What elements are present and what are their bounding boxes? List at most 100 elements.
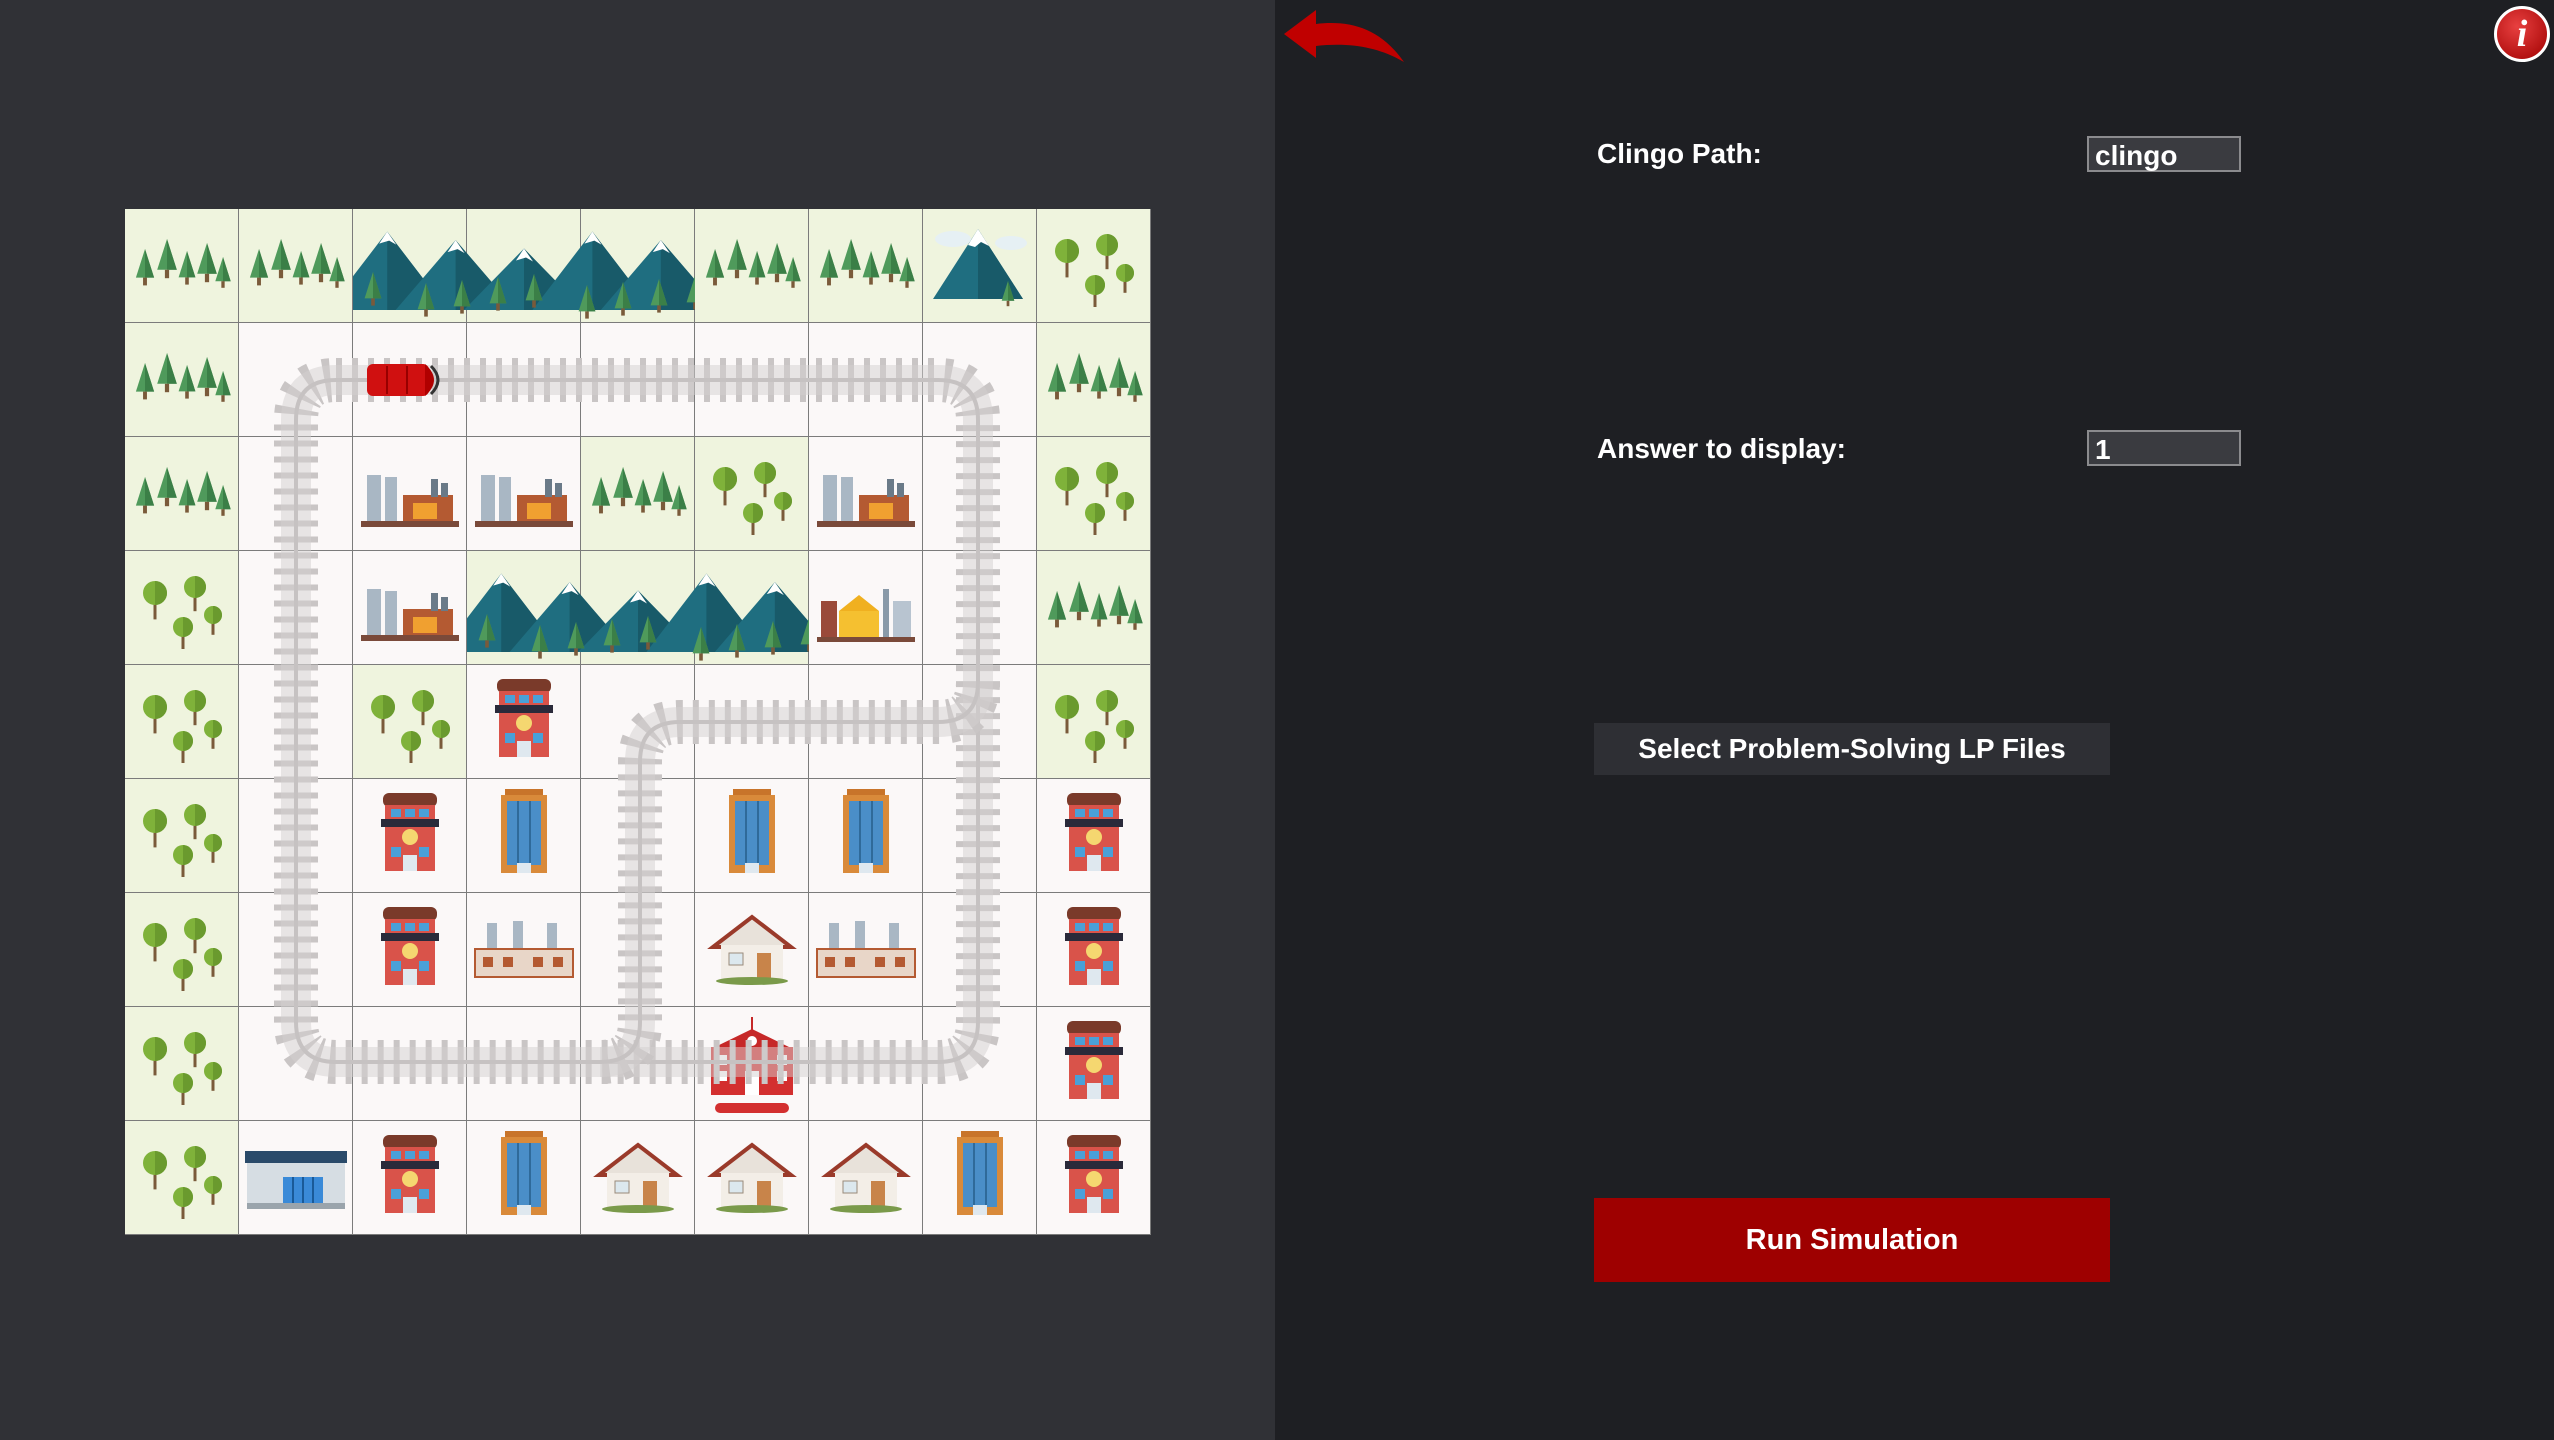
map-cell-round-trees — [1037, 665, 1151, 779]
map-cell-round-trees — [353, 665, 467, 779]
map-cell-track — [581, 665, 695, 779]
map-cell-track — [239, 323, 353, 437]
office-tower-icon — [501, 789, 547, 873]
map-cell-warehouse — [239, 1121, 353, 1235]
map-cell-track — [923, 893, 1037, 1007]
factory-icon — [817, 589, 915, 642]
school-icon — [711, 1017, 793, 1113]
office-tower-icon — [729, 789, 775, 873]
house-icon — [707, 914, 797, 985]
map-cell-mountains — [467, 209, 581, 323]
map-cell-track — [923, 323, 1037, 437]
pine-trees-icon — [249, 239, 345, 288]
map-cell-round-trees — [125, 1121, 239, 1235]
pine-trees-icon — [1047, 353, 1143, 402]
map-cell-apartment — [1037, 893, 1151, 1007]
map-cell-power-plant — [353, 437, 467, 551]
map-cell-round-trees — [1037, 437, 1151, 551]
map-cell-office-tower — [809, 779, 923, 893]
office-tower-icon — [957, 1131, 1003, 1215]
clingo-path-label: Clingo Path: — [1597, 138, 1762, 169]
map-cell-office-tower — [695, 779, 809, 893]
map-cell-industrial-plant — [809, 893, 923, 1007]
round-trees-icon — [143, 1146, 222, 1219]
office-tower-icon — [501, 1131, 547, 1215]
map-cell-round-trees — [125, 779, 239, 893]
apartment-icon — [1065, 1021, 1123, 1099]
map-cell-house — [695, 1121, 809, 1235]
map-cell-apartment — [353, 1121, 467, 1235]
map-cell-round-trees — [125, 893, 239, 1007]
map-cell-pine-trees — [125, 437, 239, 551]
map-cell-track — [581, 1007, 695, 1121]
map-cell-apartment — [353, 779, 467, 893]
house-icon — [707, 1142, 797, 1213]
map-cell-track — [923, 551, 1037, 665]
map-cell-pine-trees — [239, 209, 353, 323]
map-cell-apartment — [1037, 1121, 1151, 1235]
map-cell-pine-trees — [695, 209, 809, 323]
house-icon — [821, 1142, 911, 1213]
run-simulation-button[interactable]: Run Simulation — [1594, 1198, 2110, 1282]
map-cell-mountains — [581, 209, 695, 323]
round-trees-icon — [1055, 690, 1134, 763]
warehouse-icon — [245, 1151, 347, 1209]
map-cell-round-trees — [1037, 209, 1151, 323]
apartment-icon — [495, 679, 553, 757]
round-trees-icon — [143, 804, 222, 877]
map-cell-track — [923, 437, 1037, 551]
city-grid-map — [125, 209, 1151, 1235]
control-panel: i Clingo Path: clingo Answer to display:… — [1275, 0, 2554, 1440]
pine-trees-icon — [1047, 581, 1143, 630]
map-cell-track — [239, 665, 353, 779]
snowy-mountain-icon — [933, 229, 1027, 307]
answer-to-display-label: Answer to display: — [1597, 433, 1846, 464]
map-cell-industrial-plant — [467, 893, 581, 1007]
map-cell-mountains — [695, 551, 809, 665]
map-cell-track — [467, 1007, 581, 1121]
map-panel — [0, 0, 1275, 1440]
pine-trees-icon — [135, 467, 231, 516]
map-cell-pine-trees — [125, 323, 239, 437]
pine-trees-icon — [705, 239, 801, 288]
map-cell-mountains — [353, 209, 467, 323]
map-cell-pine-trees — [125, 209, 239, 323]
map-cell-pine-trees — [1037, 551, 1151, 665]
clingo-path-input[interactable]: clingo — [2087, 136, 2241, 172]
round-trees-icon — [143, 918, 222, 991]
round-trees-icon — [143, 690, 222, 763]
map-cell-track — [695, 323, 809, 437]
map-cell-pine-trees — [1037, 323, 1151, 437]
map-cell-track — [923, 779, 1037, 893]
map-cell-round-trees — [125, 1007, 239, 1121]
map-cell-track — [239, 551, 353, 665]
map-cell-apartment — [467, 665, 581, 779]
map-cell-house — [581, 1121, 695, 1235]
power-plant-icon — [817, 475, 915, 527]
map-cell-track — [809, 665, 923, 779]
power-plant-icon — [361, 589, 459, 641]
map-cell-track — [923, 1007, 1037, 1121]
apartment-icon — [1065, 907, 1123, 985]
map-cell-school — [695, 1007, 809, 1121]
map-cell-house — [695, 893, 809, 1007]
map-cell-power-plant — [467, 437, 581, 551]
power-plant-icon — [475, 475, 573, 527]
map-cell-track — [581, 323, 695, 437]
apartment-icon — [381, 1135, 439, 1213]
map-cell-office-tower — [467, 1121, 581, 1235]
answer-to-display-input[interactable]: 1 — [2087, 430, 2241, 466]
house-icon — [593, 1142, 683, 1213]
map-cell-track-train — [353, 323, 467, 437]
map-cell-track — [809, 1007, 923, 1121]
info-icon[interactable]: i — [2494, 6, 2550, 62]
map-cell-track — [581, 779, 695, 893]
map-cell-apartment — [1037, 1007, 1151, 1121]
back-arrow-icon[interactable] — [1280, 4, 1410, 68]
map-cell-track — [239, 779, 353, 893]
map-cell-snowy-mountain — [923, 209, 1037, 323]
map-cell-office-tower — [467, 779, 581, 893]
apartment-icon — [1065, 1135, 1123, 1213]
map-cell-pine-trees — [581, 437, 695, 551]
select-lp-files-button[interactable]: Select Problem-Solving LP Files — [1594, 723, 2110, 775]
